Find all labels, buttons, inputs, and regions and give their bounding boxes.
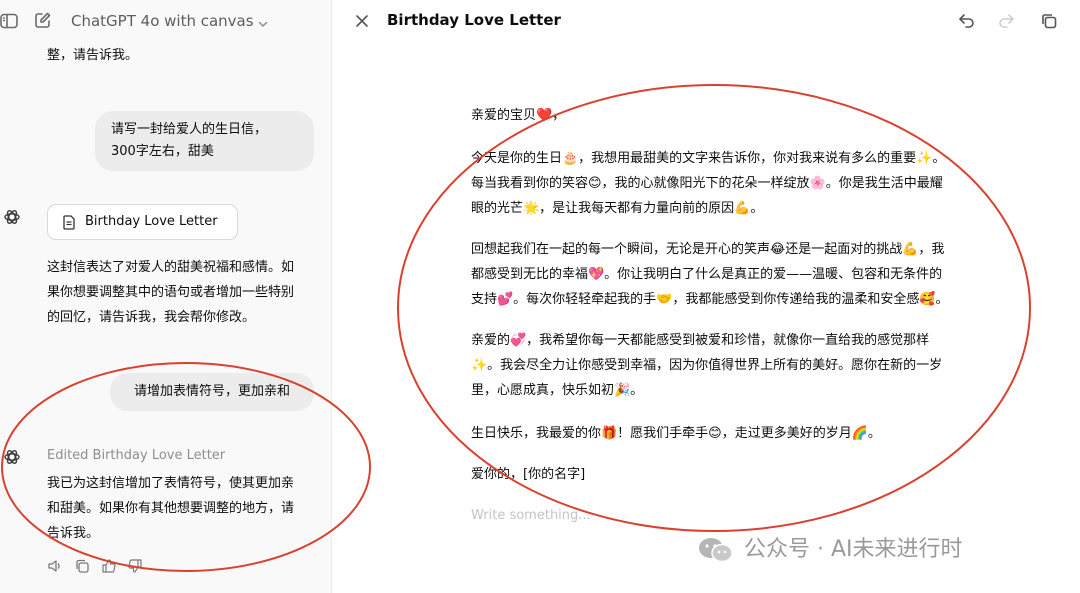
assistant-message: 我已为这封信增加了表情符号，使其更加亲 和甜美。如果你有其他想要调整的地方，请 …: [47, 471, 322, 546]
edited-document-link[interactable]: Edited Birthday Love Letter: [47, 448, 225, 463]
chat-header: ChatGPT 4o with canvas: [0, 0, 331, 42]
letter-line: 今天是你的生日🎂，我想用最甜美的文字来告诉你，你对我来说有多么的重要✨。: [471, 151, 946, 166]
thumbs-down-icon[interactable]: [127, 558, 143, 574]
letter-paragraph-3[interactable]: 亲爱的💞，我希望你每一天都能感受到被爱和珍惜，就像你一直给我的感觉那样 ✨。我会…: [471, 328, 942, 403]
letter-line: 支持💕。每次你轻轻牵起我的手🤝，我都能感受到你传递给我的温柔和安全感🥰。: [471, 292, 949, 307]
chatgpt-logo-icon: [3, 208, 21, 226]
letter-paragraph-1[interactable]: 今天是你的生日🎂，我想用最甜美的文字来告诉你，你对我来说有多么的重要✨。 每当我…: [471, 146, 945, 221]
undo-icon[interactable]: [957, 11, 976, 30]
letter-line: 都感受到无比的幸福💖。你让我明白了什么是真正的爱——温暖、包容和无条件的: [471, 267, 943, 282]
letter-line: 生日快乐，我最爱的你🎁！愿我们手牵手😊，走过更多美好的岁月🌈。: [471, 426, 881, 441]
user-message: 请增加表情符号，更加亲和: [110, 373, 314, 411]
letter-line: 每当我看到你的笑容😊，我的心就像阳光下的花朵一样绽放🌸。你是我生活中最耀: [471, 176, 943, 191]
message-line: 请写一封给爱人的生日信，: [111, 122, 268, 137]
letter-line: ✨。我会尽全力让你感受到幸福，因为你值得世界上所有的美好。愿你在新的一岁: [471, 358, 943, 373]
letter-line: 回想起我们在一起的每一个瞬间，无论是开心的笑声😂还是一起面对的挑战💪，我: [471, 242, 945, 257]
message-line: 和甜美。如果你有其他想要调整的地方，请: [47, 501, 295, 516]
letter-paragraph-2[interactable]: 回想起我们在一起的每一个瞬间，无论是开心的笑声😂还是一起面对的挑战💪，我 都感受…: [471, 237, 949, 312]
document-icon: [63, 215, 76, 230]
message-line: 我已为这封信增加了表情符号，使其更加亲: [47, 476, 295, 491]
version-copy-icon[interactable]: [1040, 12, 1058, 30]
redo-icon[interactable]: [997, 11, 1016, 30]
wechat-logo-icon: [698, 536, 734, 564]
copy-icon[interactable]: [74, 558, 90, 574]
letter-line: 亲爱的宝贝❤️，: [471, 108, 566, 123]
close-icon[interactable]: [354, 13, 370, 29]
message-line: 果你想要调整其中的语句或者增加一些特别: [47, 285, 295, 300]
message-line: 的回忆，请告诉我，我会帮你修改。: [47, 310, 256, 325]
model-selector[interactable]: ChatGPT 4o with canvas: [71, 12, 254, 30]
thumbs-up-icon[interactable]: [101, 558, 117, 574]
message-line: 告诉我。: [47, 526, 100, 541]
letter-paragraph-4[interactable]: 生日快乐，我最爱的你🎁！愿我们手牵手😊，走过更多美好的岁月🌈。: [471, 421, 881, 446]
letter-signoff[interactable]: 爱你的，[你的名字]: [471, 462, 585, 487]
message-line: 300字左右，甜美: [111, 144, 214, 159]
chatgpt-logo-icon: [3, 448, 21, 466]
chevron-down-icon[interactable]: [257, 15, 269, 28]
previous-message-tail: 整，请告诉我。: [47, 48, 139, 63]
new-chat-icon[interactable]: [34, 11, 52, 29]
sidebar-toggle-icon[interactable]: [0, 12, 18, 30]
user-message: 请写一封给爱人的生日信， 300字左右，甜美: [95, 111, 314, 171]
chat-pane: ChatGPT 4o with canvas 整，请告诉我。 请写一封给爱人的生…: [0, 0, 332, 593]
message-actions: [47, 558, 157, 576]
letter-line: 里，心愿成真，快乐如初🎉。: [471, 383, 644, 398]
speaker-icon[interactable]: [47, 558, 63, 574]
document-card-label: Birthday Love Letter: [85, 214, 218, 229]
letter-line: 眼的光芒🌟，是让我每天都有力量向前的原因💪。: [471, 201, 764, 216]
letter-line: 爱你的，[你的名字]: [471, 467, 586, 482]
canvas-document-card[interactable]: Birthday Love Letter: [47, 204, 238, 240]
canvas-title: Birthday Love Letter: [387, 11, 561, 29]
message-line: 这封信表达了对爱人的甜美祝福和感情。如: [47, 260, 295, 275]
letter-line: 亲爱的💞，我希望你每一天都能感受到被爱和珍惜，就像你一直给我的感觉那样: [471, 333, 930, 348]
assistant-message: 这封信表达了对爱人的甜美祝福和感情。如 果你想要调整其中的语句或者增加一些特别 …: [47, 255, 322, 330]
canvas-write-placeholder[interactable]: Write something...: [471, 508, 591, 523]
letter-greeting[interactable]: 亲爱的宝贝❤️，: [471, 103, 565, 128]
watermark-text: 公众号 · AI未来进行时: [744, 537, 963, 562]
